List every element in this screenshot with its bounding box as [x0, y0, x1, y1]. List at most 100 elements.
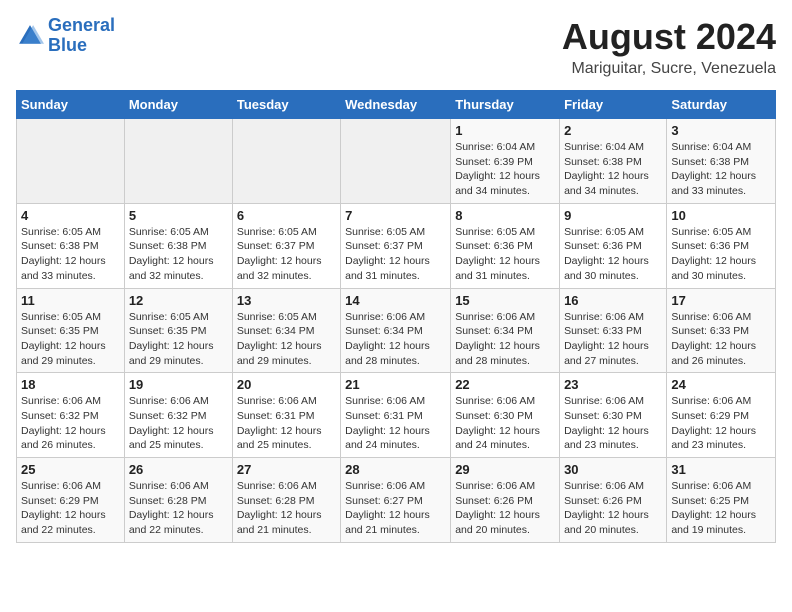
logo-icon — [16, 22, 44, 50]
day-number: 8 — [455, 208, 555, 223]
calendar-cell: 5Sunrise: 6:05 AM Sunset: 6:38 PM Daylig… — [124, 203, 232, 288]
week-row-4: 25Sunrise: 6:06 AM Sunset: 6:29 PM Dayli… — [17, 458, 776, 543]
day-number: 2 — [564, 123, 662, 138]
week-row-3: 18 Sunrise: 6:06 AM Sunset: 6:32 PM Dayli… — [17, 373, 776, 458]
day-number: 7 — [345, 208, 446, 223]
day-info: Sunrise: 6:06 AM Sunset: 6:28 PM Dayligh… — [129, 479, 228, 538]
calendar-cell: 19 Sunrise: 6:06 AM Sunset: 6:32 PM Dayli… — [124, 373, 232, 458]
day-info: Sunrise: 6:05 AM Sunset: 6:34 PM Dayligh… — [237, 310, 336, 369]
calendar-cell: 9 Sunrise: 6:05 AM Sunset: 6:36 PM Daylig… — [560, 203, 667, 288]
day-info: Sunrise: 6:05 AM Sunset: 6:38 PM Dayligh… — [21, 225, 120, 284]
calendar-cell: 14 Sunrise: 6:06 AM Sunset: 6:34 PM Dayli… — [341, 288, 451, 373]
calendar-cell — [341, 119, 451, 204]
day-info: Sunrise: 6:06 AM Sunset: 6:29 PM Dayligh… — [671, 394, 771, 453]
day-info: Sunrise: 6:04 AM Sunset: 6:39 PM Dayligh… — [455, 140, 555, 199]
day-number: 16 — [564, 293, 662, 308]
day-info: Sunrise: 6:06 AM Sunset: 6:28 PM Dayligh… — [237, 479, 336, 538]
day-number: 28 — [345, 462, 446, 477]
day-number: 12 — [129, 293, 228, 308]
day-number: 22 — [455, 377, 555, 392]
header-cell-friday: Friday — [560, 91, 667, 119]
day-info: Sunrise: 6:06 AM Sunset: 6:32 PM Dayligh… — [129, 394, 228, 453]
day-number: 29 — [455, 462, 555, 477]
day-number: 18 — [21, 377, 120, 392]
header-row: SundayMondayTuesdayWednesdayThursdayFrid… — [17, 91, 776, 119]
day-number: 24 — [671, 377, 771, 392]
calendar-cell: 10Sunrise: 6:05 AM Sunset: 6:36 PM Dayli… — [667, 203, 776, 288]
logo-text: General Blue — [48, 16, 115, 56]
calendar-cell: 23 Sunrise: 6:06 AM Sunset: 6:30 PM Dayli… — [560, 373, 667, 458]
calendar-cell: 16 Sunrise: 6:06 AM Sunset: 6:33 PM Dayli… — [560, 288, 667, 373]
week-row-2: 11 Sunrise: 6:05 AM Sunset: 6:35 PM Dayli… — [17, 288, 776, 373]
day-number: 4 — [21, 208, 120, 223]
title-area: August 2024 Mariguitar, Sucre, Venezuela — [562, 16, 776, 78]
header-cell-tuesday: Tuesday — [232, 91, 340, 119]
calendar-cell: 8 Sunrise: 6:05 AM Sunset: 6:36 PM Daylig… — [451, 203, 560, 288]
calendar-cell: 4 Sunrise: 6:05 AM Sunset: 6:38 PM Daylig… — [17, 203, 125, 288]
calendar-cell: 22 Sunrise: 6:06 AM Sunset: 6:30 PM Dayli… — [451, 373, 560, 458]
logo: General Blue — [16, 16, 115, 56]
calendar-table: SundayMondayTuesdayWednesdayThursdayFrid… — [16, 90, 776, 543]
calendar-cell: 26 Sunrise: 6:06 AM Sunset: 6:28 PM Dayli… — [124, 458, 232, 543]
calendar-cell: 6 Sunrise: 6:05 AM Sunset: 6:37 PM Daylig… — [232, 203, 340, 288]
calendar-cell: 2 Sunrise: 6:04 AM Sunset: 6:38 PM Daylig… — [560, 119, 667, 204]
main-title: August 2024 — [562, 16, 776, 58]
logo-line2: Blue — [48, 35, 87, 55]
day-number: 26 — [129, 462, 228, 477]
day-info: Sunrise: 6:06 AM Sunset: 6:30 PM Dayligh… — [564, 394, 662, 453]
day-info: Sunrise: 6:05 AM Sunset: 6:35 PM Dayligh… — [129, 310, 228, 369]
day-number: 11 — [21, 293, 120, 308]
day-info: Sunrise: 6:06 AM Sunset: 6:33 PM Dayligh… — [564, 310, 662, 369]
calendar-cell: 27 Sunrise: 6:06 AM Sunset: 6:28 PM Dayli… — [232, 458, 340, 543]
day-number: 10 — [671, 208, 771, 223]
day-number: 13 — [237, 293, 336, 308]
day-info: Sunrise: 6:06 AM Sunset: 6:31 PM Dayligh… — [237, 394, 336, 453]
day-number: 6 — [237, 208, 336, 223]
calendar-cell: 29 Sunrise: 6:06 AM Sunset: 6:26 PM Dayli… — [451, 458, 560, 543]
page-header: General Blue August 2024 Mariguitar, Suc… — [16, 16, 776, 78]
day-info: Sunrise: 6:05 AM Sunset: 6:36 PM Dayligh… — [564, 225, 662, 284]
day-info: Sunrise: 6:06 AM Sunset: 6:34 PM Dayligh… — [345, 310, 446, 369]
day-info: Sunrise: 6:04 AM Sunset: 6:38 PM Dayligh… — [564, 140, 662, 199]
day-info: Sunrise: 6:05 AM Sunset: 6:37 PM Dayligh… — [345, 225, 446, 284]
calendar-cell: 31Sunrise: 6:06 AM Sunset: 6:25 PM Dayli… — [667, 458, 776, 543]
week-row-0: 1 Sunrise: 6:04 AM Sunset: 6:39 PM Daylig… — [17, 119, 776, 204]
day-info: Sunrise: 6:06 AM Sunset: 6:26 PM Dayligh… — [455, 479, 555, 538]
day-number: 21 — [345, 377, 446, 392]
header-cell-monday: Monday — [124, 91, 232, 119]
day-number: 3 — [671, 123, 771, 138]
calendar-cell — [124, 119, 232, 204]
day-info: Sunrise: 6:06 AM Sunset: 6:31 PM Dayligh… — [345, 394, 446, 453]
day-number: 25 — [21, 462, 120, 477]
calendar-cell: 1 Sunrise: 6:04 AM Sunset: 6:39 PM Daylig… — [451, 119, 560, 204]
calendar-cell: 15Sunrise: 6:06 AM Sunset: 6:34 PM Dayli… — [451, 288, 560, 373]
calendar-cell: 25Sunrise: 6:06 AM Sunset: 6:29 PM Dayli… — [17, 458, 125, 543]
day-number: 19 — [129, 377, 228, 392]
day-info: Sunrise: 6:06 AM Sunset: 6:26 PM Dayligh… — [564, 479, 662, 538]
day-info: Sunrise: 6:05 AM Sunset: 6:38 PM Dayligh… — [129, 225, 228, 284]
header-cell-wednesday: Wednesday — [341, 91, 451, 119]
day-info: Sunrise: 6:05 AM Sunset: 6:37 PM Dayligh… — [237, 225, 336, 284]
calendar-cell — [17, 119, 125, 204]
week-row-1: 4 Sunrise: 6:05 AM Sunset: 6:38 PM Daylig… — [17, 203, 776, 288]
subtitle: Mariguitar, Sucre, Venezuela — [562, 60, 776, 78]
calendar-cell: 20Sunrise: 6:06 AM Sunset: 6:31 PM Dayli… — [232, 373, 340, 458]
day-info: Sunrise: 6:05 AM Sunset: 6:35 PM Dayligh… — [21, 310, 120, 369]
logo-line1: General — [48, 15, 115, 35]
calendar-cell: 17Sunrise: 6:06 AM Sunset: 6:33 PM Dayli… — [667, 288, 776, 373]
calendar-cell: 13 Sunrise: 6:05 AM Sunset: 6:34 PM Dayli… — [232, 288, 340, 373]
day-info: Sunrise: 6:06 AM Sunset: 6:33 PM Dayligh… — [671, 310, 771, 369]
day-number: 15 — [455, 293, 555, 308]
day-number: 27 — [237, 462, 336, 477]
day-number: 23 — [564, 377, 662, 392]
header-cell-thursday: Thursday — [451, 91, 560, 119]
day-info: Sunrise: 6:05 AM Sunset: 6:36 PM Dayligh… — [455, 225, 555, 284]
calendar-cell: 30Sunrise: 6:06 AM Sunset: 6:26 PM Dayli… — [560, 458, 667, 543]
calendar-cell: 11 Sunrise: 6:05 AM Sunset: 6:35 PM Dayli… — [17, 288, 125, 373]
day-number: 1 — [455, 123, 555, 138]
day-number: 9 — [564, 208, 662, 223]
day-info: Sunrise: 6:06 AM Sunset: 6:30 PM Dayligh… — [455, 394, 555, 453]
day-number: 14 — [345, 293, 446, 308]
day-info: Sunrise: 6:06 AM Sunset: 6:25 PM Dayligh… — [671, 479, 771, 538]
calendar-cell: 7 Sunrise: 6:05 AM Sunset: 6:37 PM Daylig… — [341, 203, 451, 288]
